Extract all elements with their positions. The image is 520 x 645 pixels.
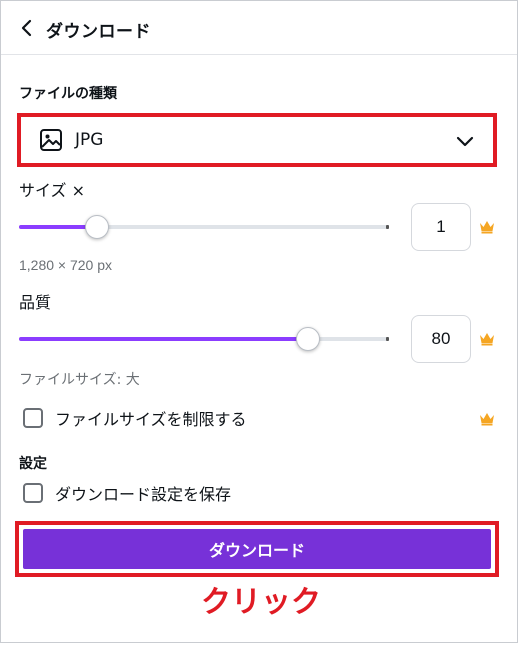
file-type-value: JPG bbox=[75, 130, 104, 150]
size-slider[interactable] bbox=[19, 213, 389, 241]
download-button[interactable]: ダウンロード bbox=[23, 529, 491, 569]
download-highlight: ダウンロード bbox=[15, 521, 499, 577]
panel-title: ダウンロード bbox=[46, 22, 151, 42]
size-input[interactable]: 1 bbox=[411, 203, 471, 251]
save-settings-option[interactable]: ダウンロード設定を保存 bbox=[23, 482, 231, 504]
click-annotation: クリック bbox=[201, 585, 321, 620]
settings-label: 設定 bbox=[19, 456, 47, 472]
chevron-left-icon bbox=[21, 19, 32, 37]
limit-file-size-option[interactable]: ファイルサイズを制限する bbox=[23, 407, 247, 429]
quality-label: 品質 bbox=[19, 293, 52, 312]
crown-icon bbox=[480, 333, 494, 346]
quality-slider-fill bbox=[19, 337, 308, 341]
file-type-select[interactable]: JPG bbox=[17, 113, 497, 167]
back-button[interactable] bbox=[15, 16, 39, 40]
chevron-down-icon bbox=[456, 136, 474, 147]
save-settings-checkbox[interactable] bbox=[23, 483, 43, 503]
quality-slider[interactable] bbox=[19, 325, 389, 353]
size-label: サイズ × bbox=[19, 181, 86, 200]
size-slider-end bbox=[386, 225, 389, 229]
size-slider-thumb[interactable] bbox=[84, 215, 109, 239]
file-type-label: ファイルの種類 bbox=[19, 86, 117, 102]
quality-slider-end bbox=[386, 337, 389, 341]
dimensions-text: 1,280 × 720 px bbox=[19, 257, 113, 273]
crown-icon bbox=[480, 413, 494, 426]
crown-icon bbox=[480, 221, 494, 234]
panel-header: ダウンロード bbox=[1, 1, 517, 55]
save-settings-label: ダウンロード設定を保存 bbox=[55, 485, 232, 504]
limit-file-size-checkbox[interactable] bbox=[23, 408, 43, 428]
quality-slider-thumb[interactable] bbox=[295, 327, 320, 351]
quality-input[interactable]: 80 bbox=[411, 315, 471, 363]
file-size-text: ファイルサイズ: 大 bbox=[19, 372, 140, 388]
image-icon bbox=[40, 129, 62, 151]
download-panel: ダウンロード ファイルの種類 JPG サイズ × 1 1,280 × 720 p… bbox=[0, 0, 518, 643]
limit-file-size-label: ファイルサイズを制限する bbox=[55, 410, 247, 429]
